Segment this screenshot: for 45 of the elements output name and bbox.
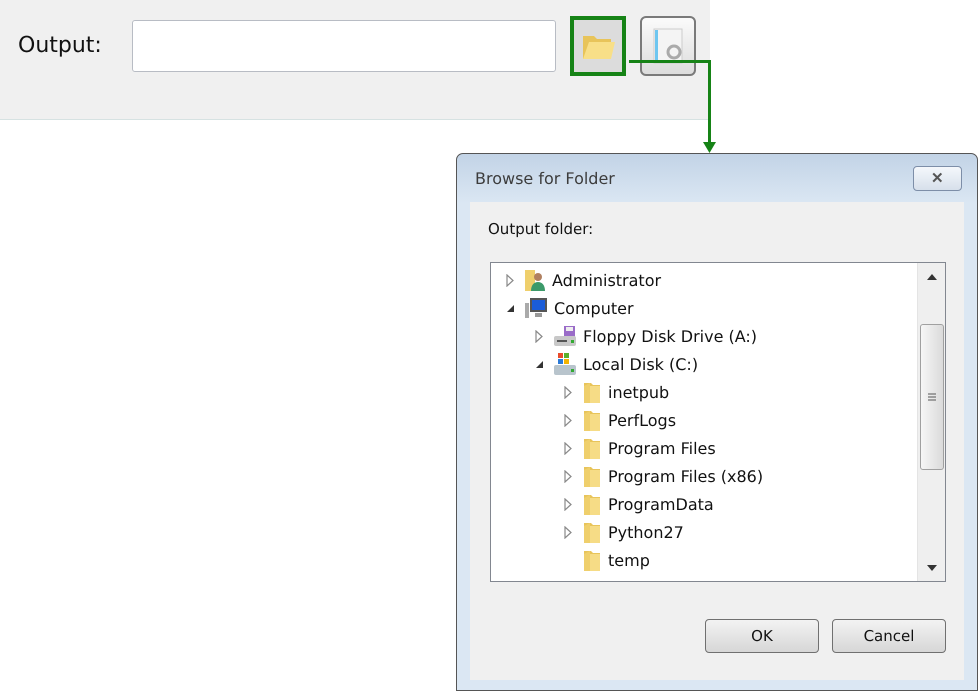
tree-item[interactable]: Administrator xyxy=(552,270,662,290)
tree-item[interactable]: ProgramData xyxy=(608,494,714,514)
dialog-button[interactable]: Cancel xyxy=(832,619,946,653)
collapsed-arrow-icon[interactable] xyxy=(564,498,572,510)
browse-folder-button[interactable] xyxy=(570,16,626,76)
close-button[interactable]: ✕ xyxy=(913,166,962,190)
tree-item[interactable]: Floppy Disk Drive (A:) xyxy=(583,326,758,346)
collapsed-arrow-icon[interactable] xyxy=(564,386,572,398)
floppy-drive-icon xyxy=(553,325,577,347)
tree-item[interactable]: Local Disk (C:) xyxy=(583,354,698,374)
tree-item[interactable]: Program Files xyxy=(608,438,716,458)
tree-item[interactable]: temp xyxy=(608,550,650,570)
tree-item[interactable]: Computer xyxy=(554,298,634,318)
collapsed-arrow-icon[interactable] xyxy=(506,274,514,286)
prompt-label: Output folder: xyxy=(488,220,594,238)
computer-icon xyxy=(524,297,548,319)
collapsed-arrow-icon[interactable] xyxy=(564,470,572,482)
folder-icon xyxy=(582,464,602,488)
collapsed-arrow-icon[interactable] xyxy=(564,442,572,454)
scroll-up-icon[interactable] xyxy=(926,274,936,280)
tree-item[interactable]: Python27 xyxy=(608,522,684,542)
expanded-arrow-icon[interactable] xyxy=(506,304,515,312)
tree-item[interactable]: PerfLogs xyxy=(608,410,676,430)
scroll-down-icon[interactable] xyxy=(926,565,936,571)
folder-icon xyxy=(582,548,602,572)
output-label: Output: xyxy=(18,33,103,58)
dialog-button[interactable]: OK xyxy=(705,619,819,653)
collapsed-arrow-icon[interactable] xyxy=(564,414,572,426)
grip-icon xyxy=(928,393,936,401)
tree-item[interactable]: inetpub xyxy=(608,382,670,402)
tree-item[interactable]: Program Files (x86) xyxy=(608,466,764,486)
scrollbar[interactable] xyxy=(917,263,945,581)
collapsed-arrow-icon[interactable] xyxy=(535,330,543,342)
folder-icon xyxy=(582,408,602,432)
folder-icon xyxy=(582,492,602,516)
collapsed-arrow-icon[interactable] xyxy=(564,526,572,538)
settings-button[interactable] xyxy=(640,16,696,76)
hard-disk-icon xyxy=(553,352,577,376)
output-field[interactable] xyxy=(132,20,556,72)
user-folder-icon xyxy=(524,268,546,292)
folder-icon xyxy=(582,520,602,544)
expanded-arrow-icon[interactable] xyxy=(535,360,544,368)
dialog-title: Browse for Folder xyxy=(475,168,615,188)
folder-icon xyxy=(582,380,602,404)
folder-icon xyxy=(582,436,602,460)
